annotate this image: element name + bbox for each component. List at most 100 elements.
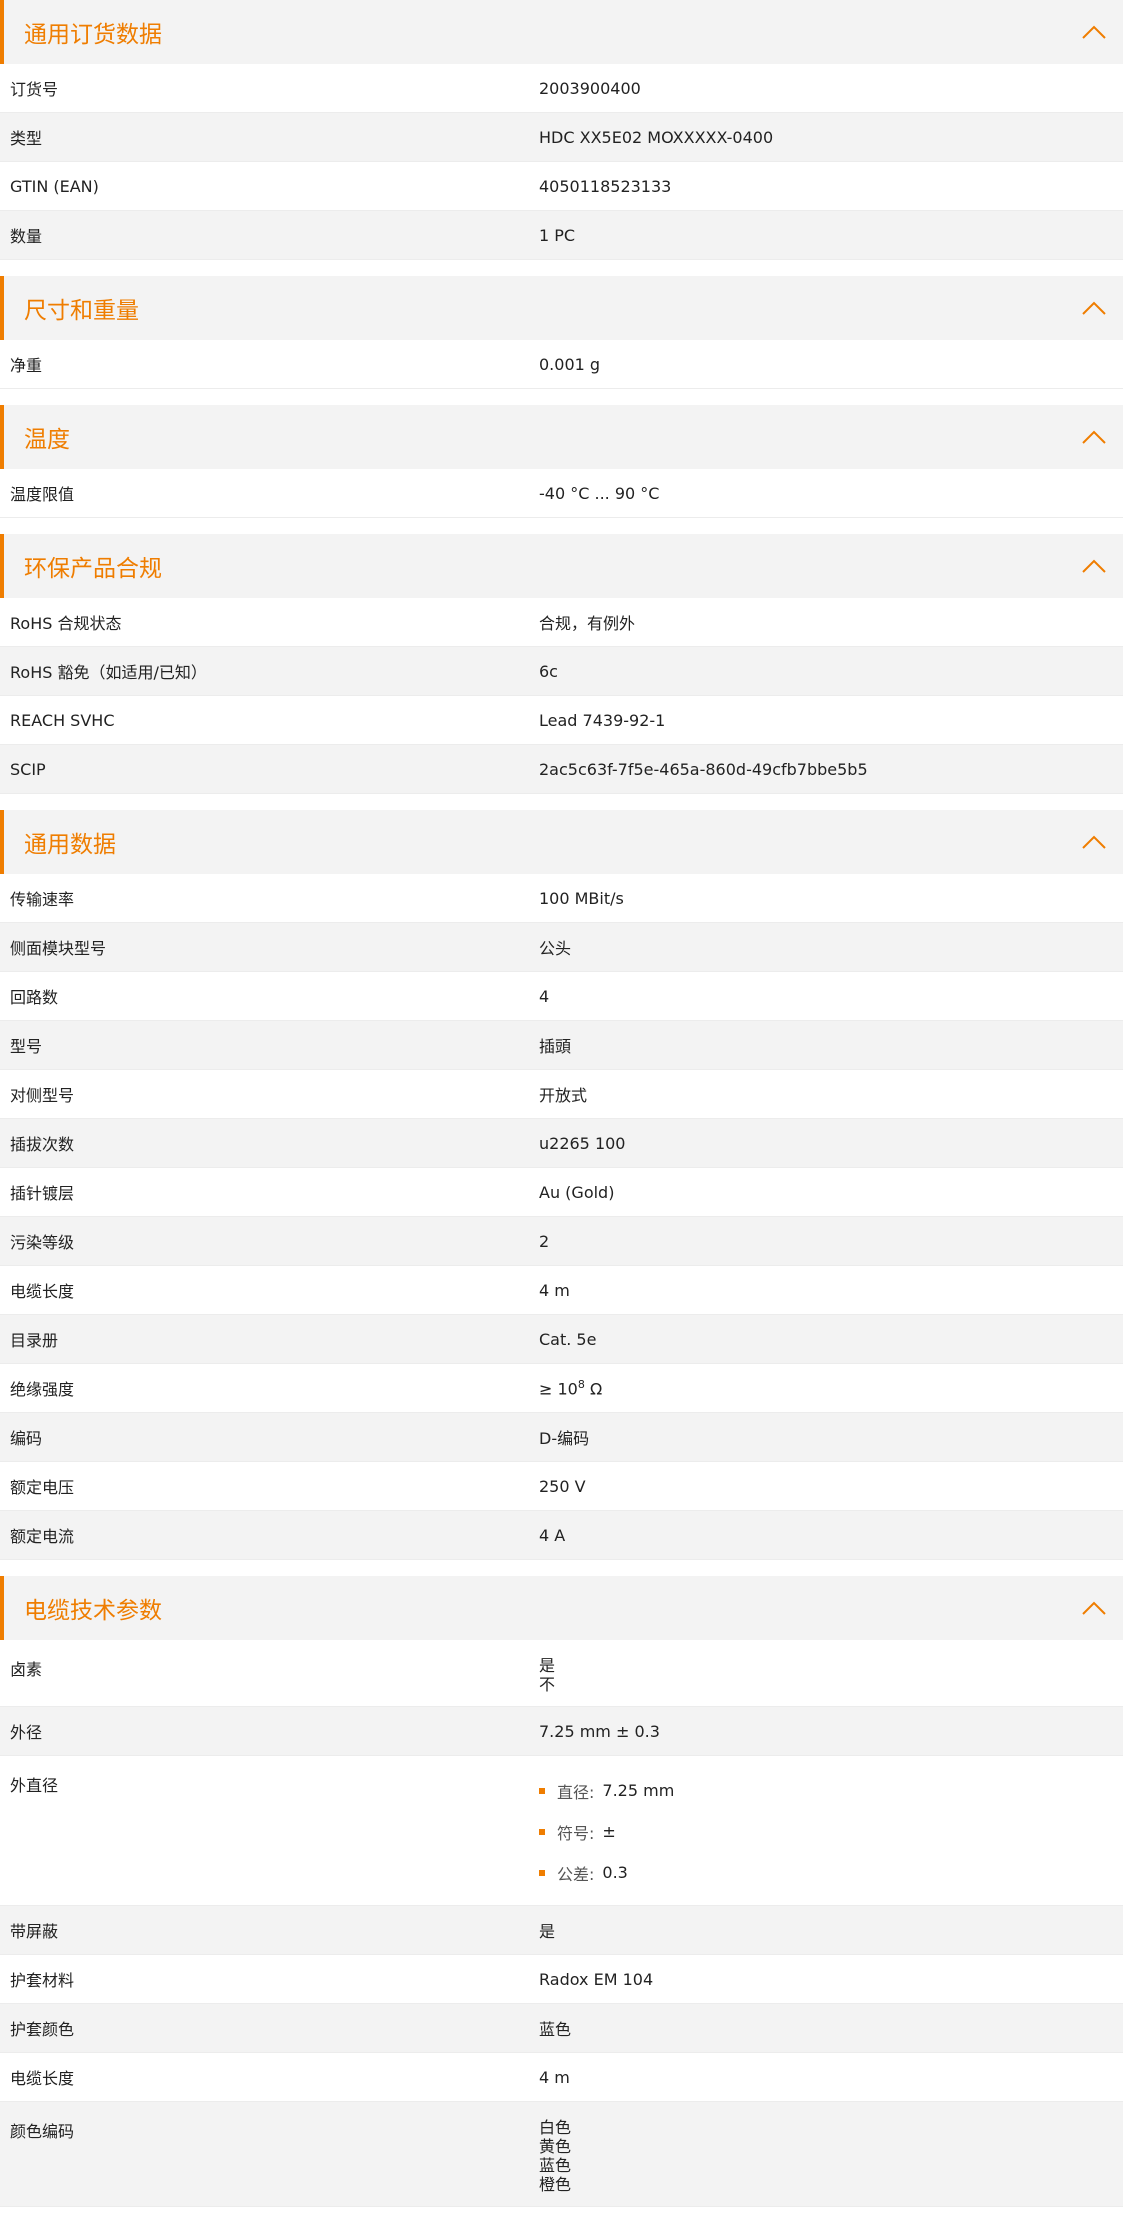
bullet-key: 符号: <box>557 1823 595 1843</box>
value-text-wrap: 插頭 <box>539 1033 571 1057</box>
chevron-up-icon[interactable] <box>1081 834 1107 850</box>
chevron-up-icon[interactable] <box>1081 300 1107 316</box>
value-lines: 是不 <box>539 1656 555 1694</box>
spec-value: Lead 7439-92-1 <box>539 696 1123 744</box>
value-text-wrap: 100 MBit/s <box>539 889 624 908</box>
spec-value: 250 V <box>539 1462 1123 1510</box>
spec-label: 颜色编码 <box>10 2122 75 2141</box>
square-bullet-icon <box>539 1828 545 1835</box>
spec-row: 对侧型号 开放式 <box>0 1070 1123 1119</box>
value-text-wrap: 2ac5c63f-7f5e-465a-860d-49cfb7bbe5b5 <box>539 760 868 779</box>
value-text-wrap: 合规，有例外 <box>539 610 635 634</box>
spec-row: 外径 7.25 mm ± 0.3 <box>0 1707 1123 1756</box>
value-text-wrap: 6c <box>539 662 558 681</box>
spec-section: 温度 温度限值 -40 °C ... 90 °C <box>0 405 1123 518</box>
spec-row: 数量 1 PC <box>0 211 1123 260</box>
spec-row: 侧面模块型号 公头 <box>0 923 1123 972</box>
spec-row: RoHS 合规状态 合规，有例外 <box>0 598 1123 647</box>
spec-label: 绝缘强度 <box>10 1380 75 1399</box>
value-text: Au (Gold) <box>539 1182 615 1202</box>
spec-label: 插拔次数 <box>10 1135 75 1154</box>
spec-row: 污染等级 2 <box>0 1217 1123 1266</box>
value-text: 250 V <box>539 1476 586 1496</box>
spec-value: 白色 黄色 蓝色 橙色 <box>539 2102 1123 2194</box>
spec-value: 4 m <box>539 2053 1123 2101</box>
spec-label: 类型 <box>10 129 43 148</box>
value-text: HDC XX5E02 MOXXXXX-0400 <box>539 127 774 147</box>
section-header[interactable]: 尺寸和重量 <box>0 276 1123 340</box>
spec-row: SCIP 2ac5c63f-7f5e-465a-860d-49cfb7bbe5b5 <box>0 745 1123 794</box>
value-text: 6c <box>539 661 558 681</box>
spec-row: 带屏蔽 是 <box>0 1906 1123 1955</box>
value-text-wrap: 4050118523133 <box>539 177 671 196</box>
bullet-value: ± <box>602 1822 616 1841</box>
spec-value: 1 PC <box>539 211 1123 259</box>
spec-value: 4 m <box>539 1266 1123 1314</box>
spec-value: Au (Gold) <box>539 1168 1123 1216</box>
spec-value: 2003900400 <box>539 64 1123 112</box>
bullet-key: 公差: <box>557 1864 595 1884</box>
value-text: Lead 7439-92-1 <box>539 710 666 730</box>
section-header[interactable]: 环保产品合规 <box>0 534 1123 598</box>
spec-value: 公头 <box>539 923 1123 971</box>
chevron-up-icon[interactable] <box>1081 1600 1107 1616</box>
spec-row: 插拔次数 u2265 100 <box>0 1119 1123 1168</box>
spec-section: 环保产品合规 RoHS 合规状态 合规，有例外 RoHS 豁免（如适用/已知） 6c RE… <box>0 534 1123 794</box>
bullet-item: 直径: 7.25 mm <box>539 1770 674 1811</box>
spec-value: 是不 <box>539 1640 1123 1694</box>
value-text: 合规，有例外 <box>539 614 636 633</box>
spec-row: 电缆长度 4 m <box>0 2053 1123 2102</box>
section-header[interactable]: 温度 <box>0 405 1123 469</box>
spec-label: 外径 <box>10 1723 43 1742</box>
spec-label: 电缆长度 <box>10 1282 75 1301</box>
spec-value: 7.25 mm ± 0.3 <box>539 1707 1123 1755</box>
section-header[interactable]: 电缆技术参数 <box>0 1576 1123 1640</box>
spec-label: 污染等级 <box>10 1233 75 1252</box>
bullet-item: 符号: ± <box>539 1811 674 1852</box>
spec-value: Cat. 5e <box>539 1315 1123 1363</box>
value-text-wrap: 4 m <box>539 2068 570 2087</box>
chevron-up-icon[interactable] <box>1081 24 1107 40</box>
value-text-wrap: 0.001 g <box>539 355 600 374</box>
spec-row: REACH SVHC Lead 7439-92-1 <box>0 696 1123 745</box>
value-text: 2ac5c63f-7f5e-465a-860d-49cfb7bbe5b5 <box>539 759 868 779</box>
value-text-wrap: 4 m <box>539 1281 570 1300</box>
value-text-wrap: Radox EM 104 <box>539 1970 653 1989</box>
spec-value: 合规，有例外 <box>539 598 1123 646</box>
chevron-up-icon[interactable] <box>1081 558 1107 574</box>
spec-row: 目录册 Cat. 5e <box>0 1315 1123 1364</box>
spec-value: HDC XX5E02 MOXXXXX-0400 <box>539 113 1123 161</box>
section-header[interactable]: 通用数据 <box>0 810 1123 874</box>
spec-label: 护套材料 <box>10 1971 75 1990</box>
spec-row: 绝缘强度 ≥ 108 Ω <box>0 1364 1123 1413</box>
spec-label: 额定电压 <box>10 1478 75 1497</box>
spec-value: 2ac5c63f-7f5e-465a-860d-49cfb7bbe5b5 <box>539 745 1123 793</box>
square-bullet-icon <box>539 1869 545 1876</box>
spec-label: 目录册 <box>10 1331 59 1350</box>
value-text-wrap: 1 PC <box>539 226 575 245</box>
spec-row: 额定电流 4 A <box>0 1511 1123 1560</box>
value-exponent: 8 <box>577 1377 585 1391</box>
spec-value: 开放式 <box>539 1070 1123 1118</box>
bullet-value: 7.25 mm <box>602 1781 675 1800</box>
section-title: 电缆技术参数 <box>24 1598 162 1624</box>
value-text: 蓝色 <box>539 2020 572 2039</box>
value-text: 4 m <box>539 1280 570 1300</box>
value-text: 4 <box>539 986 550 1006</box>
spec-label: 外直径 <box>10 1776 59 1795</box>
value-text-wrap: Cat. 5e <box>539 1330 596 1349</box>
value-text-wrap: 250 V <box>539 1477 586 1496</box>
value-text-wrap: Au (Gold) <box>539 1183 614 1202</box>
bullet-value: 0.3 <box>602 1863 628 1882</box>
spec-row: 净重 0.001 g <box>0 340 1123 389</box>
value-line: 白色 <box>539 2118 572 2137</box>
spec-row: 温度限值 -40 °C ... 90 °C <box>0 469 1123 518</box>
spec-label: 净重 <box>10 356 43 375</box>
value-text-wrap: ≥ 108 Ω <box>539 1378 602 1398</box>
section-header[interactable]: 通用订货数据 <box>0 0 1123 64</box>
chevron-up-icon[interactable] <box>1081 429 1107 445</box>
value-text: 4 m <box>539 2067 570 2087</box>
value-text-wrap: 2 <box>539 1232 549 1251</box>
spec-value: u2265 100 <box>539 1119 1123 1167</box>
value-lines: 白色 黄色 蓝色 橙色 <box>539 2118 571 2194</box>
